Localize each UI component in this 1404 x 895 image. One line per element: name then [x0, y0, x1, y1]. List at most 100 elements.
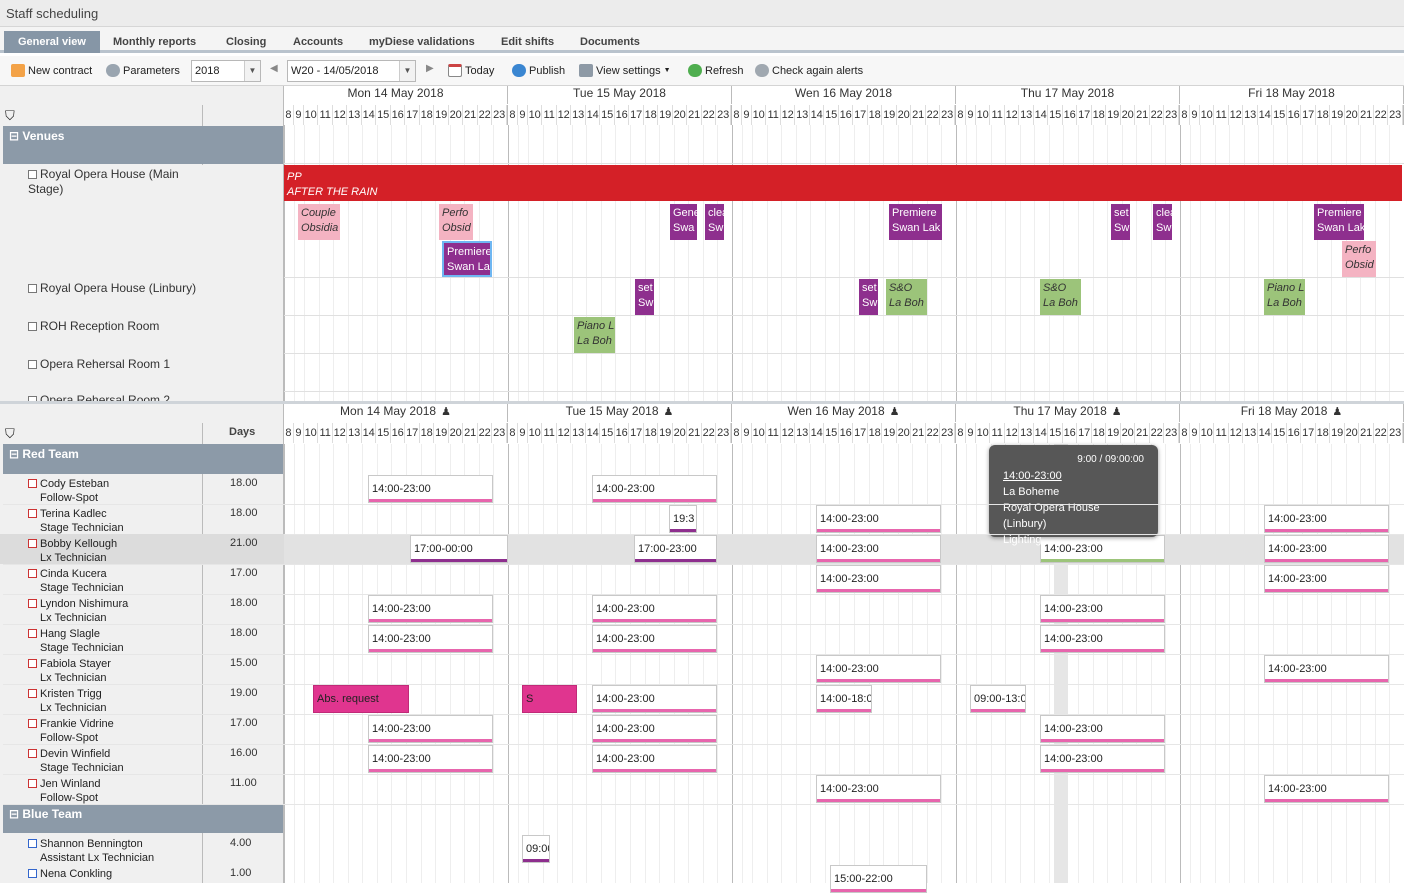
blue-team-group-header[interactable]: ⊟ Blue Team — [3, 804, 283, 833]
venue-event[interactable]: Premiere Swan La — [442, 241, 492, 277]
staff-member[interactable]: Cody Esteban Follow-Spot — [28, 477, 109, 505]
venue-event[interactable]: S&O La Boh — [886, 279, 927, 315]
shift-block[interactable]: 14:00-23:00 — [816, 775, 941, 803]
shift-block[interactable]: 14:00-23:00 — [1264, 535, 1389, 563]
collapse-icon[interactable]: ⊟ — [9, 807, 22, 821]
tab-accounts[interactable]: Accounts — [293, 31, 343, 53]
venue-event[interactable]: Premiere Swan Lak — [1314, 204, 1364, 240]
shift-block[interactable]: 14:00-23:00 — [1264, 655, 1389, 683]
venue-row-label[interactable]: Royal Opera House (Main Stage) — [28, 167, 198, 197]
tab-monthly-reports[interactable]: Monthly reports — [113, 31, 196, 53]
shift-block[interactable]: 14:00-23:00 — [368, 475, 493, 503]
people-icon[interactable]: ♟ — [664, 406, 674, 418]
checkbox[interactable] — [28, 539, 37, 548]
checkbox[interactable] — [28, 719, 37, 728]
new-contract-button[interactable]: New contract — [11, 64, 92, 77]
refresh-button[interactable]: Refresh — [688, 64, 744, 77]
staff-member[interactable]: Nena Conkling — [28, 867, 112, 895]
collapse-icon[interactable]: ⊟ — [9, 447, 22, 461]
staff-member[interactable]: Kristen Trigg Lx Technician — [28, 687, 106, 715]
staff-member[interactable]: Hang Slagle Stage Technician — [28, 627, 124, 655]
venue-banner-event[interactable]: PP AFTER THE RAIN — [284, 165, 1402, 201]
people-icon[interactable]: ♟ — [890, 406, 900, 418]
venue-event[interactable]: Premiere Swan Lak — [889, 204, 942, 240]
checkbox[interactable] — [28, 839, 37, 848]
year-select[interactable]: 2018 ▼ — [191, 60, 261, 82]
shift-block[interactable]: 14:00-23:00 — [592, 745, 717, 773]
shift-block[interactable]: 15:00-22:00 — [830, 865, 927, 893]
shift-block[interactable]: 14:00-23:00 — [1264, 775, 1389, 803]
shift-block[interactable]: 14:00-23:00 — [816, 655, 941, 683]
staff-member[interactable]: Devin Winfield Stage Technician — [28, 747, 124, 775]
staff-member[interactable]: Fabiola Stayer Lx Technician — [28, 657, 111, 685]
shift-block[interactable]: 14:00-23:00 — [592, 475, 717, 503]
shift-block[interactable]: 14:00-23:00 — [368, 625, 493, 653]
venue-event[interactable]: Gene Swa — [670, 204, 697, 240]
staff-member[interactable]: Shannon Bennington Assistant Lx Technicia… — [28, 837, 154, 865]
venue-event[interactable]: Couple Obsidia — [298, 204, 340, 240]
view-settings-button[interactable]: View settings ▼ — [579, 64, 671, 77]
staff-member[interactable]: Frankie Vidrine Follow-Spot — [28, 717, 114, 745]
shift-block[interactable]: 14:00-23:00 — [368, 745, 493, 773]
shift-block[interactable]: 14:00-23:00 — [592, 715, 717, 743]
parameters-button[interactable]: Parameters — [106, 64, 180, 77]
checkbox[interactable] — [28, 360, 37, 369]
collapse-icon[interactable]: ⊟ — [9, 129, 22, 143]
shift-block[interactable]: 14:00-23:00 — [592, 595, 717, 623]
shift-block[interactable]: 17:00-23:00 — [634, 535, 717, 563]
tab-mydiese-validations[interactable]: myDiese validations — [369, 31, 475, 53]
checkbox[interactable] — [28, 689, 37, 698]
shift-block[interactable]: 14:00-23:00 — [1264, 565, 1389, 593]
venue-event[interactable]: Perfo Obsid — [439, 204, 473, 240]
prev-week-arrow[interactable]: ◀ — [270, 63, 278, 74]
venue-event[interactable]: set Sw — [859, 279, 878, 315]
shift-block[interactable]: 14:00-23:00 — [592, 685, 717, 713]
venue-event[interactable]: set Sw — [635, 279, 654, 315]
venue-event[interactable]: S&O La Boh — [1040, 279, 1081, 315]
shift-block[interactable]: 19:3 — [669, 505, 697, 533]
publish-button[interactable]: Publish — [512, 64, 565, 77]
checkbox[interactable] — [28, 779, 37, 788]
shift-block[interactable]: 14:00-18:0 — [816, 685, 872, 713]
filter-icon[interactable]: ⛉ — [5, 426, 15, 442]
shift-block[interactable]: 09:00 — [522, 835, 550, 863]
checkbox[interactable] — [28, 659, 37, 668]
tab-closing[interactable]: Closing — [226, 31, 266, 53]
venue-row-label[interactable]: Opera Rehersal Room 2 — [28, 393, 170, 401]
venue-row-label[interactable]: Opera Rehersal Room 1 — [28, 357, 170, 371]
checkbox[interactable] — [28, 869, 37, 878]
staff-member[interactable]: Cinda Kucera Stage Technician — [28, 567, 124, 595]
absence-block[interactable]: Abs. request — [313, 685, 409, 713]
shift-block[interactable]: 17:00-00:00 — [410, 535, 508, 563]
absence-block[interactable]: S — [522, 685, 577, 713]
tab-general-view[interactable]: General view — [4, 31, 100, 53]
red-team-group-header[interactable]: ⊟ Red Team — [3, 444, 283, 474]
checkbox[interactable] — [28, 509, 37, 518]
shift-block[interactable]: 14:00-23:00 — [816, 505, 941, 533]
shift-block[interactable]: 14:00-23:00 — [1264, 505, 1389, 533]
checkbox[interactable] — [28, 170, 37, 179]
venue-event[interactable]: clea Sw — [705, 204, 724, 240]
shift-block[interactable]: 14:00-23:00 — [368, 595, 493, 623]
shift-block[interactable]: 14:00-23:00 — [816, 565, 941, 593]
today-button[interactable]: Today — [448, 64, 494, 77]
check-alerts-button[interactable]: Check again alerts — [755, 64, 863, 77]
people-icon[interactable]: ♟ — [1112, 406, 1122, 418]
tab-edit-shifts[interactable]: Edit shifts — [501, 31, 554, 53]
shift-block[interactable]: 14:00-23:00 — [1040, 715, 1165, 743]
staff-member[interactable]: Terina Kadlec Stage Technician — [28, 507, 124, 535]
shift-block[interactable]: 09:00-13:0 — [970, 685, 1026, 713]
checkbox[interactable] — [28, 599, 37, 608]
tab-documents[interactable]: Documents — [580, 31, 640, 53]
staff-member[interactable]: Bobby Kellough Lx Technician — [28, 537, 117, 565]
shift-block[interactable]: 14:00-23:00 — [1040, 595, 1165, 623]
venue-event[interactable]: Piano L La Boh — [1264, 279, 1305, 315]
checkbox[interactable] — [28, 322, 37, 331]
staff-member[interactable]: Lyndon Nishimura Lx Technician — [28, 597, 128, 625]
shift-block[interactable]: 14:00-23:00 — [1040, 745, 1165, 773]
venue-event[interactable]: Piano L La Boh — [574, 317, 615, 353]
shift-block[interactable]: 14:00-23:00 — [816, 535, 941, 563]
venue-event[interactable]: clea Sw — [1153, 204, 1172, 240]
week-select[interactable]: W20 - 14/05/2018 ▼ — [287, 60, 416, 82]
shift-block[interactable]: 14:00-23:00 — [1040, 625, 1165, 653]
